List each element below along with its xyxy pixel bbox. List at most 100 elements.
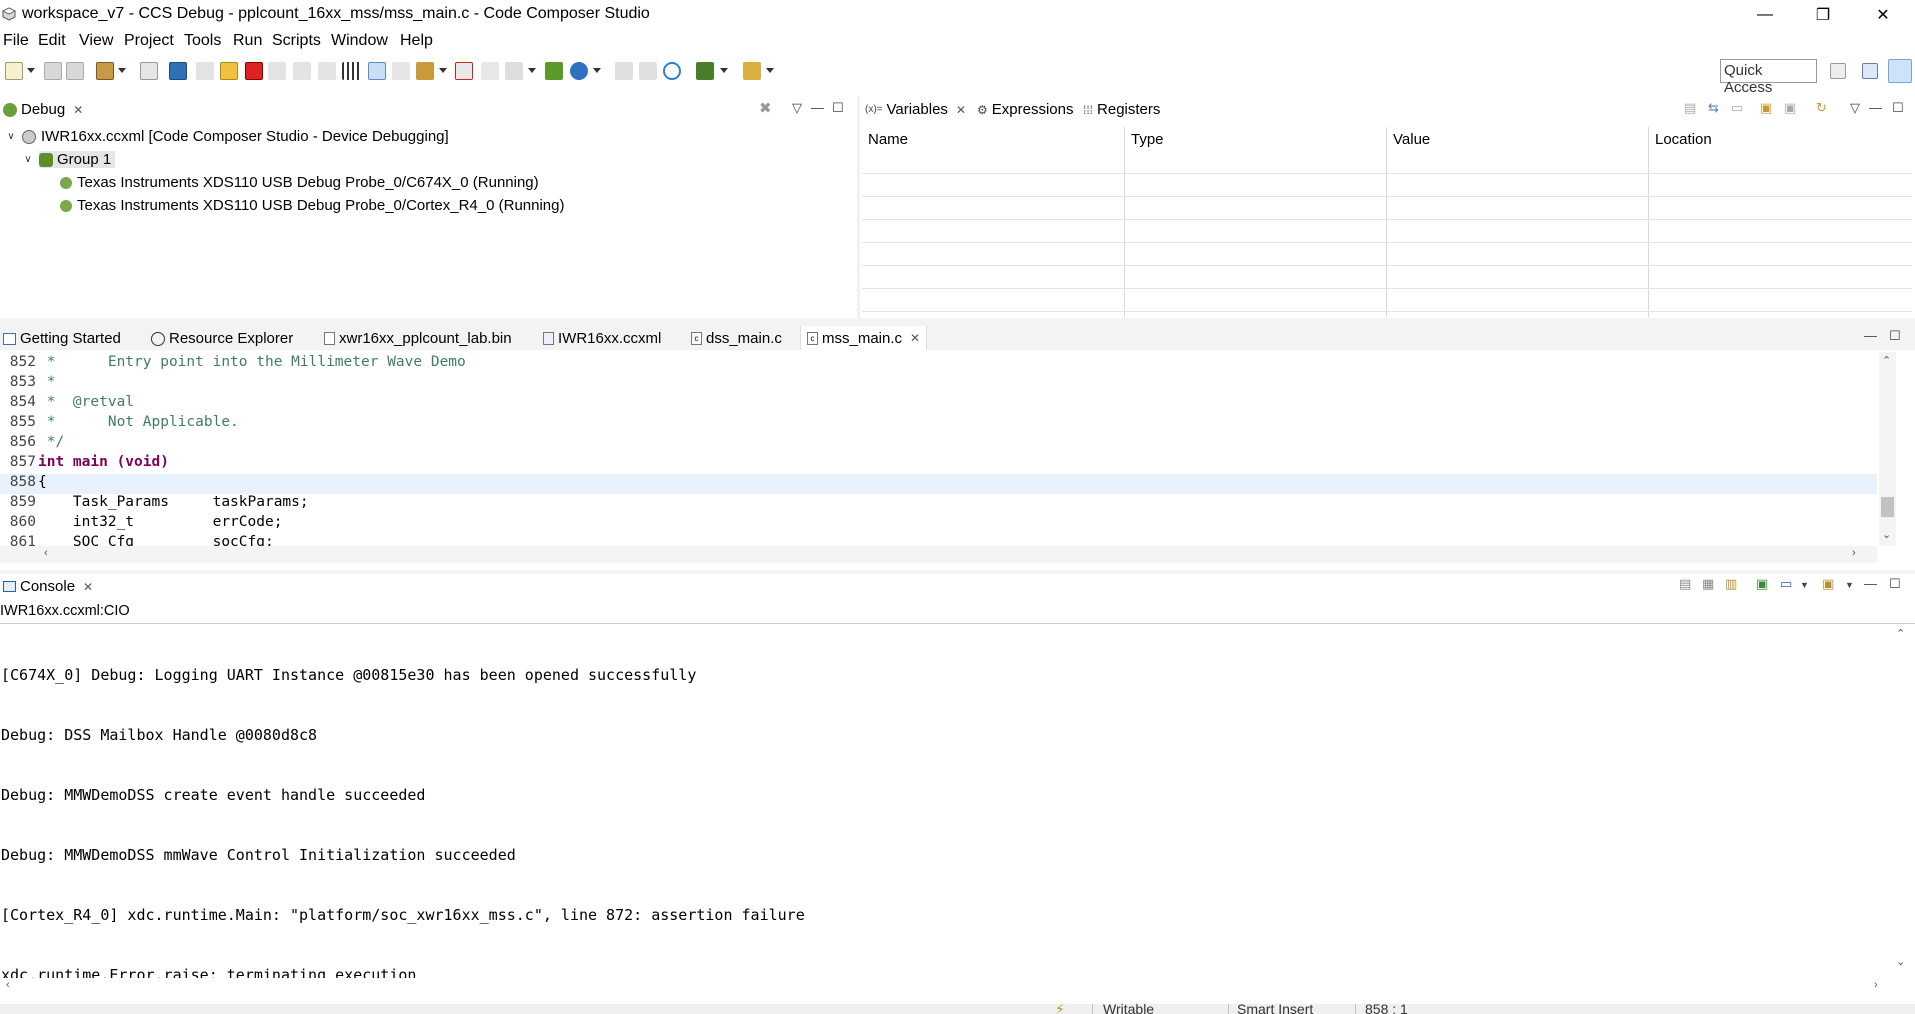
step-over-assembly-icon[interactable]	[639, 62, 657, 80]
menu-help[interactable]: Help	[400, 32, 433, 50]
skip-breakpoints-icon[interactable]	[481, 62, 499, 80]
chevron-down-icon[interactable]: ▼	[1845, 580, 1854, 590]
chevron-down-icon[interactable]	[593, 68, 601, 73]
menu-window[interactable]: Window	[331, 32, 388, 50]
refresh-icon[interactable]: ↻	[1816, 100, 1827, 116]
menu-file[interactable]: File	[3, 32, 29, 50]
load-program-icon[interactable]	[416, 62, 434, 80]
build-hammer-icon[interactable]	[96, 62, 114, 80]
display-console-icon[interactable]: ▭	[1780, 576, 1792, 592]
save-icon[interactable]	[44, 62, 62, 80]
code-editor[interactable]: 852 * Entry point into the Millimeter Wa…	[0, 350, 1877, 546]
debug-session-row[interactable]: ∨ IWR16xx.ccxml [Code Composer Studio - …	[5, 128, 448, 145]
maximize-view-icon[interactable]: ☐	[832, 100, 844, 116]
core-row-cortex-r4[interactable]: Texas Instruments XDS110 USB Debug Probe…	[60, 197, 564, 214]
chevron-down-icon[interactable]	[118, 68, 126, 73]
horizontal-sash[interactable]	[0, 318, 1915, 326]
clear-console-icon[interactable]: ▤	[1679, 576, 1691, 592]
tab-resource-explorer[interactable]: Resource Explorer	[151, 330, 293, 347]
minimize-view-icon[interactable]: —	[1864, 328, 1877, 343]
tab-registers[interactable]: ⁞⁞⁞ Registers	[1083, 101, 1160, 118]
menu-run[interactable]: Run	[233, 32, 262, 50]
tab-iwr16xx-ccxml[interactable]: IWR16xx.ccxml	[543, 330, 661, 347]
scroll-lock-icon[interactable]: ▦	[1702, 576, 1714, 592]
quick-access-field[interactable]: Quick Access	[1720, 59, 1817, 96]
scroll-up-icon[interactable]: ⌃	[1882, 354, 1891, 367]
remove-global-variables-icon[interactable]: ▣	[1784, 100, 1796, 116]
tab-getting-started[interactable]: Getting Started	[3, 330, 121, 347]
chevron-down-icon[interactable]: ∨	[5, 131, 17, 142]
core-row-c674x[interactable]: Texas Instruments XDS110 USB Debug Probe…	[60, 174, 539, 191]
menu-project[interactable]: Project	[124, 32, 174, 50]
scroll-up-icon[interactable]: ⌃	[1896, 627, 1905, 640]
save-all-icon[interactable]	[66, 62, 84, 80]
close-icon[interactable]: ✕	[956, 103, 966, 117]
console-vertical-scrollbar[interactable]: ⌃ ⌄	[1893, 625, 1910, 975]
scrollbar-thumb[interactable]	[1881, 497, 1894, 517]
editor-horizontal-scrollbar[interactable]: ‹ ›	[0, 546, 1877, 563]
menu-scripts[interactable]: Scripts	[272, 32, 321, 50]
group-row[interactable]: ∨ Group 1	[22, 151, 116, 168]
tab-mss-main[interactable]: c mss_main.c ✕	[800, 326, 928, 350]
chevron-down-icon[interactable]	[439, 68, 447, 73]
tab-console[interactable]: Console ✕	[3, 578, 93, 595]
perspective-debug-icon[interactable]	[1888, 59, 1912, 83]
close-icon[interactable]: ✕	[73, 103, 83, 117]
show-type-names-icon[interactable]: ▤	[1684, 100, 1696, 116]
chevron-down-icon[interactable]	[766, 68, 774, 73]
chevron-down-icon[interactable]: ∨	[22, 154, 34, 165]
scroll-right-icon[interactable]: ›	[1874, 979, 1878, 991]
scroll-down-icon[interactable]: ⌄	[1896, 955, 1905, 968]
collapse-all-icon[interactable]: ▭	[1731, 100, 1743, 116]
new-icon[interactable]	[5, 62, 23, 80]
menu-view[interactable]: View	[79, 32, 113, 50]
chevron-down-icon[interactable]	[27, 68, 35, 73]
resume-icon[interactable]	[196, 62, 214, 80]
scroll-left-icon[interactable]: ‹	[6, 979, 10, 991]
restore-button[interactable]: ❐	[1800, 0, 1846, 30]
close-window-button[interactable]: ✕	[1860, 0, 1906, 30]
scroll-down-icon[interactable]: ⌄	[1882, 528, 1891, 541]
breakpoint-icon[interactable]	[455, 62, 473, 80]
terminate-all-icon[interactable]	[140, 62, 158, 80]
terminate-icon[interactable]	[245, 62, 263, 80]
minimize-button[interactable]: —	[1742, 0, 1788, 30]
tab-pplcount-bin[interactable]: xwr16xx_pplcount_lab.bin	[324, 330, 512, 347]
tab-variables[interactable]: (x)= Variables ✕	[865, 101, 966, 118]
close-icon[interactable]: ✕	[910, 331, 920, 345]
tab-dss-main[interactable]: c dss_main.c	[691, 330, 782, 347]
minimize-view-icon[interactable]: —	[1869, 100, 1882, 115]
maximize-view-icon[interactable]: ☐	[1889, 328, 1901, 344]
scroll-right-icon[interactable]: ›	[1852, 547, 1856, 559]
tab-expressions[interactable]: ⚙ Expressions	[977, 101, 1073, 118]
close-icon[interactable]: ✕	[83, 580, 93, 594]
reset-icon[interactable]	[392, 62, 410, 80]
minimize-view-icon[interactable]: —	[811, 100, 824, 115]
word-wrap-icon[interactable]: ▥	[1725, 576, 1737, 592]
vertical-sash[interactable]	[857, 96, 860, 318]
scroll-left-icon[interactable]: ‹	[44, 547, 48, 559]
open-console-icon[interactable]: ▣	[1822, 576, 1834, 592]
console-output[interactable]: [C674X_0] Debug: Logging UART Instance @…	[1, 625, 805, 1005]
search-icon[interactable]	[663, 62, 681, 80]
menu-edit[interactable]: Edit	[38, 32, 66, 50]
maximize-view-icon[interactable]: ☐	[1889, 576, 1901, 592]
step-assembly-icon[interactable]	[615, 62, 633, 80]
step-over-icon[interactable]	[293, 62, 311, 80]
run-icon[interactable]	[545, 62, 563, 80]
add-global-variables-icon[interactable]: ▣	[1760, 100, 1772, 116]
pin-console-icon[interactable]: ▣	[1756, 576, 1768, 592]
tab-debug[interactable]: Debug ✕	[3, 101, 83, 118]
memory-grid-icon[interactable]	[342, 62, 360, 80]
perspective-edit-icon[interactable]	[1862, 63, 1878, 79]
show-logical-structure-icon[interactable]: ⇆	[1708, 100, 1719, 116]
step-into-icon[interactable]	[268, 62, 286, 80]
view-menu-icon[interactable]: ▽	[792, 100, 802, 116]
menu-tools[interactable]: Tools	[184, 32, 221, 50]
chevron-down-icon[interactable]	[720, 68, 728, 73]
remove-terminated-icon[interactable]: ✖	[759, 99, 772, 117]
chevron-down-icon[interactable]: ▼	[1800, 580, 1809, 590]
external-tools-icon[interactable]	[696, 62, 714, 80]
step-return-icon[interactable]	[318, 62, 336, 80]
pin-icon[interactable]	[743, 62, 761, 80]
